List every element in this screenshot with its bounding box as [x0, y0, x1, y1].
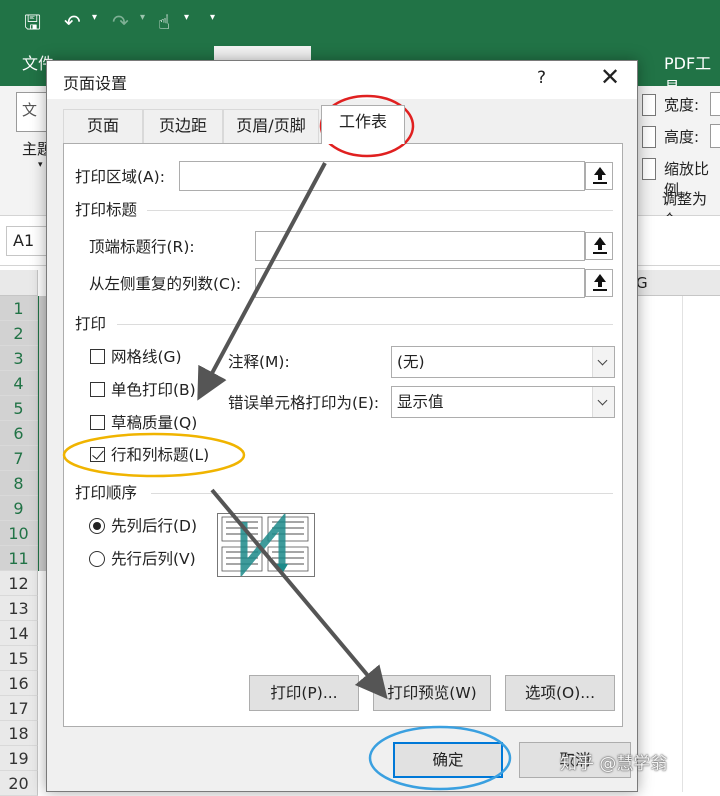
ok-button-highlight-circle — [368, 725, 512, 791]
watermark: 知乎 @慧学翁 — [560, 754, 668, 774]
row-col-headings-highlight-circle — [62, 432, 246, 478]
arrow-to-checkbox-icon — [197, 162, 327, 401]
tab-sheet[interactable]: 工作表 — [321, 105, 405, 144]
arrow-to-preview-icon — [210, 488, 388, 700]
